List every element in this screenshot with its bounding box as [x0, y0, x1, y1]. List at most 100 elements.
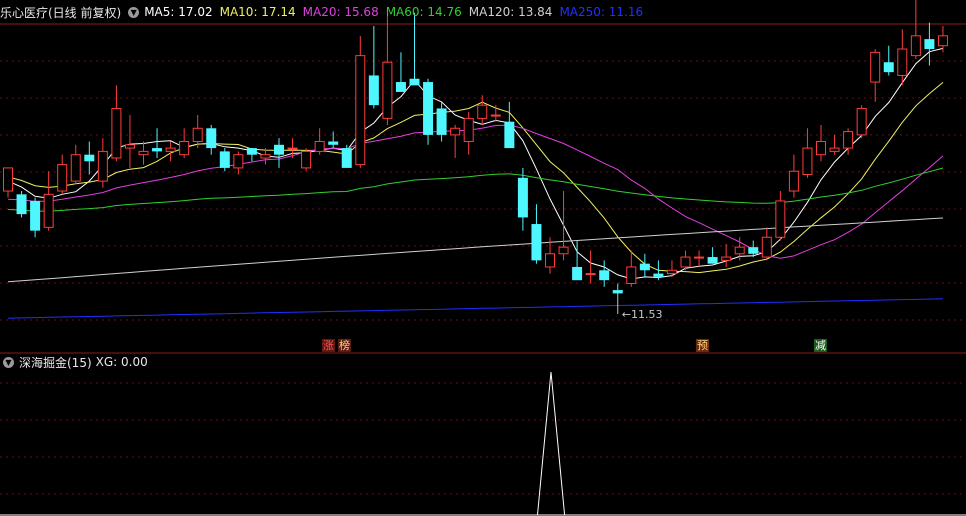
candle-body-up [97, 150, 108, 182]
candle-body-down [517, 177, 528, 218]
candle-body-down [639, 263, 650, 271]
candle-body-down [883, 62, 894, 73]
candle-body-up [937, 35, 948, 47]
candlesticks [3, 0, 948, 300]
price-annotation-low: ←11.53 [622, 308, 663, 321]
candle-body-up [694, 256, 705, 259]
candle-body-up [233, 154, 244, 169]
xg-line [9, 371, 944, 516]
ma250-legend: MA250: 11.16 [559, 5, 644, 19]
candle-body-up [585, 273, 596, 276]
ma10-legend: MA10: 17.14 [219, 5, 296, 19]
candle-body-down [924, 39, 935, 50]
candle-body-up [843, 131, 854, 149]
candle-body-down [341, 148, 352, 168]
ma250-line [7, 298, 944, 319]
indicator-xg-series [9, 371, 944, 516]
candle-body-up [802, 147, 813, 176]
kline-chart[interactable]: ←11.53 ←19 [0, 0, 966, 516]
candle-body-up [165, 147, 176, 152]
candle-body-down [653, 273, 664, 277]
candle-body-up [314, 140, 325, 152]
candle-body-down [152, 148, 163, 152]
candle-body-up [192, 127, 203, 142]
candle-body-down [206, 128, 217, 149]
ma60-legend: MA60: 14.76 [385, 5, 462, 19]
price-annotations: ←11.53 ←19 [617, 0, 943, 321]
candle-body-up [816, 140, 826, 156]
candle-body-down [16, 194, 27, 215]
candle-body-down [707, 257, 718, 264]
candle-body-up [910, 35, 921, 57]
candle-body-down [274, 144, 284, 155]
candle-body-up [57, 164, 68, 192]
candle-body-up [490, 114, 501, 117]
candle-body-up [301, 150, 312, 169]
candle-body-up [666, 269, 677, 275]
candle-body-down [84, 154, 95, 162]
indicator-value: XG: 0.00 [95, 355, 148, 369]
candle-body-up [829, 147, 840, 152]
tag-yu[interactable]: 预 [696, 339, 709, 352]
tag-zhang[interactable]: 涨 [322, 339, 335, 352]
candle-body-up [870, 51, 881, 83]
candle-body-up [3, 167, 13, 192]
candle-body-up [450, 127, 461, 136]
grid-lines [0, 23, 966, 516]
candle-body-down [219, 151, 230, 168]
candle-body-up [775, 200, 786, 238]
candle-body-up [124, 144, 135, 149]
ma5-legend: MA5: 17.02 [144, 5, 213, 19]
candle-body-down [531, 224, 542, 261]
candle-body-up [70, 154, 81, 182]
moving-average-lines [7, 47, 944, 319]
candle-body-down [436, 108, 447, 135]
candle-body-up [626, 266, 637, 284]
main-header: 乐心医疗(日线 前复权) ▼ MA5: 17.02 MA10: 17.14 MA… [0, 1, 650, 23]
ma20-line [7, 124, 944, 259]
candle-body-up [179, 140, 190, 156]
candle-body-up [111, 107, 122, 159]
candle-body-up [761, 236, 772, 258]
candle-body-up [382, 61, 393, 119]
candle-body-down [328, 141, 339, 145]
indicator-title: 深海掘金(15) [19, 355, 92, 370]
candle-body-up [287, 147, 298, 150]
ma120-legend: MA120: 13.84 [468, 5, 553, 19]
candle-body-down [395, 82, 406, 92]
candle-body-up [734, 246, 745, 255]
tag-jian[interactable]: 减 [814, 339, 827, 352]
candle-body-down [599, 270, 610, 281]
candle-body-up [355, 55, 366, 166]
candle-body-up [788, 170, 799, 192]
candle-body-up [680, 256, 691, 268]
candle-body-down [246, 148, 257, 155]
candle-body-up [477, 104, 488, 119]
candle-body-up [260, 154, 271, 159]
candle-body-up [545, 253, 555, 268]
candle-body-down [368, 75, 379, 106]
indicator-dropdown-icon[interactable]: ▼ [3, 356, 14, 368]
candle-body-up [463, 117, 474, 142]
candle-body-down [409, 78, 420, 86]
candle-body-up [558, 246, 569, 255]
ma20-legend: MA20: 15.68 [302, 5, 379, 19]
candle-body-down [612, 290, 623, 294]
candle-body-up [856, 107, 867, 136]
ma10-line [7, 82, 944, 274]
candle-body-down [572, 266, 583, 281]
candle-body-down [504, 121, 515, 149]
candle-body-down [423, 82, 434, 135]
candle-body-up [721, 256, 732, 261]
candle-body-up [897, 48, 908, 76]
chart-title: 乐心医疗(日线 前复权) [0, 5, 122, 20]
tag-bang[interactable]: 榜 [338, 339, 351, 352]
price-annotation-high: ←19 [920, 0, 943, 3]
indicator-header: ▼ 深海掘金(15) XG: 0.00 [0, 352, 155, 372]
candle-body-down [30, 200, 41, 231]
candle-body-up [138, 150, 149, 156]
settings-dropdown-icon[interactable]: ▼ [128, 6, 140, 18]
candle-body-down [748, 247, 759, 254]
ma120-line [7, 217, 944, 283]
candle-body-up [43, 193, 54, 228]
